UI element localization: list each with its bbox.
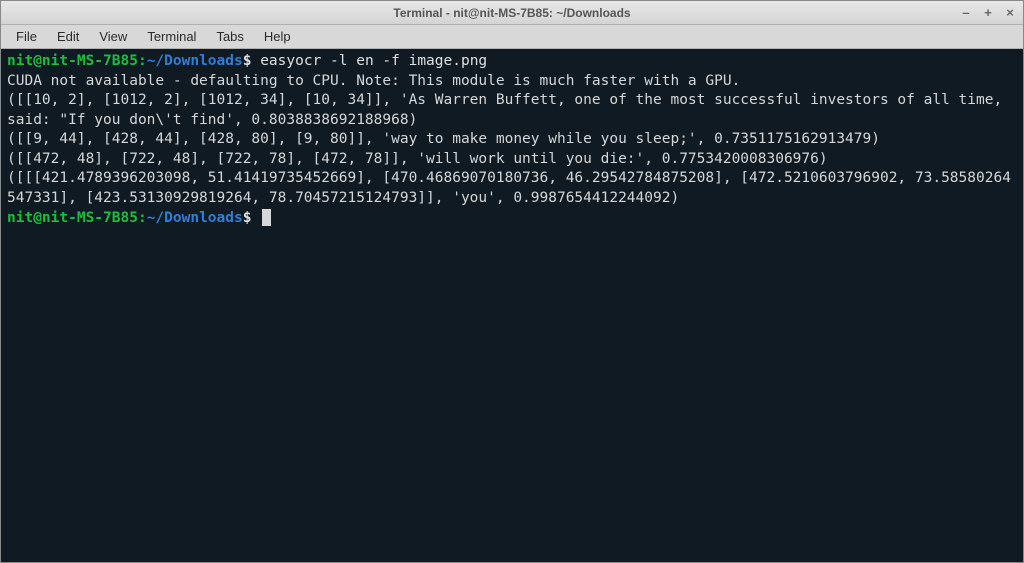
menu-file[interactable]: File <box>7 26 46 47</box>
terminal-output[interactable]: nit@nit-MS-7B85:~/Downloads$ easyocr -l … <box>1 49 1023 562</box>
output-line: ([[472, 48], [722, 48], [722, 78], [472,… <box>7 151 828 167</box>
prompt-user-host: nit@nit-MS-7B85 <box>7 210 138 226</box>
menu-help[interactable]: Help <box>255 26 300 47</box>
prompt-path: ~/Downloads <box>147 53 243 69</box>
prompt-dollar: $ <box>243 210 252 226</box>
prompt-dollar: $ <box>243 53 252 69</box>
output-line: ([[[421.4789396203098, 51.41419735452669… <box>7 170 1011 206</box>
menubar: File Edit View Terminal Tabs Help <box>1 25 1023 49</box>
terminal-window: Terminal - nit@nit-MS-7B85: ~/Downloads … <box>0 0 1024 563</box>
menu-view[interactable]: View <box>90 26 136 47</box>
command-text: easyocr -l en -f image.png <box>260 53 487 69</box>
prompt-user-host: nit@nit-MS-7B85 <box>7 53 138 69</box>
cursor-icon <box>262 209 271 226</box>
menu-terminal[interactable]: Terminal <box>138 26 205 47</box>
minimize-button[interactable]: – <box>959 5 973 20</box>
window-controls: – + × <box>959 5 1017 20</box>
maximize-button[interactable]: + <box>981 5 995 20</box>
output-line: CUDA not available - defaulting to CPU. … <box>7 73 740 89</box>
menu-tabs[interactable]: Tabs <box>207 26 252 47</box>
output-line: ([[10, 2], [1012, 2], [1012, 34], [10, 3… <box>7 92 1011 128</box>
prompt-sep: : <box>138 53 147 69</box>
close-button[interactable]: × <box>1003 5 1017 20</box>
menu-edit[interactable]: Edit <box>48 26 88 47</box>
window-title: Terminal - nit@nit-MS-7B85: ~/Downloads <box>393 6 630 20</box>
output-line: ([[9, 44], [428, 44], [428, 80], [9, 80]… <box>7 131 880 147</box>
prompt-path: ~/Downloads <box>147 210 243 226</box>
titlebar: Terminal - nit@nit-MS-7B85: ~/Downloads … <box>1 1 1023 25</box>
prompt-sep: : <box>138 210 147 226</box>
